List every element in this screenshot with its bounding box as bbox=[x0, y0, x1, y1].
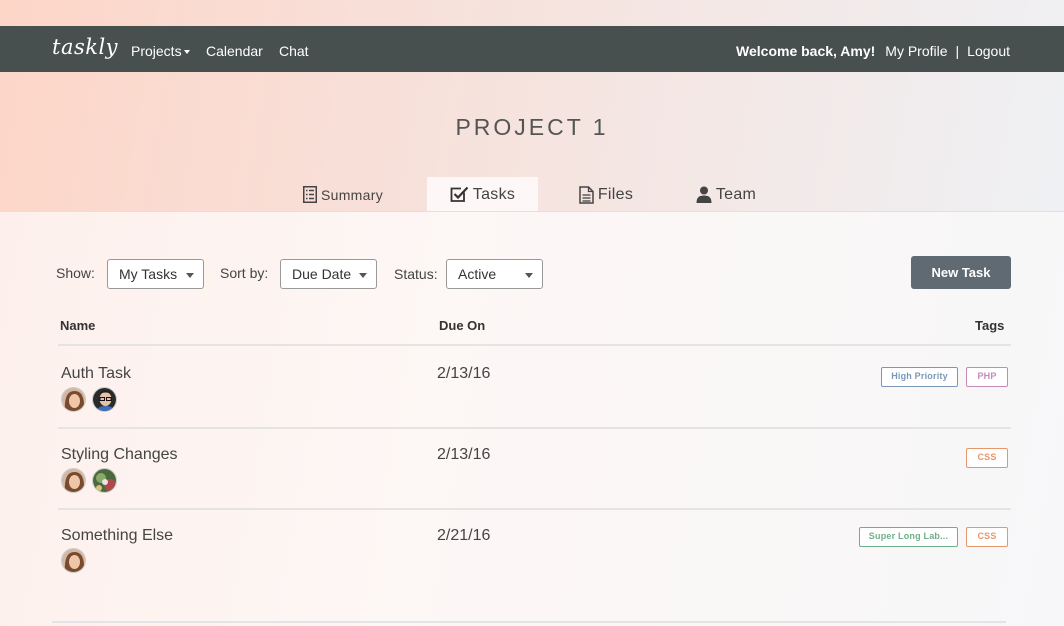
show-value: My Tasks bbox=[119, 266, 178, 282]
header-divider bbox=[58, 344, 1011, 346]
column-header-tags: Tags bbox=[975, 318, 1005, 333]
task-due-date: 2/13/16 bbox=[437, 446, 491, 463]
show-label: Show: bbox=[56, 265, 95, 281]
tag-badge[interactable]: CSS bbox=[966, 448, 1008, 468]
tab-label: Tasks bbox=[472, 185, 516, 203]
task-name[interactable]: Auth Task bbox=[61, 365, 131, 383]
sort-select[interactable]: Due Date bbox=[280, 259, 377, 289]
status-label: Status: bbox=[394, 266, 438, 282]
tab-team[interactable]: Team bbox=[686, 177, 766, 212]
status-select[interactable]: Active bbox=[446, 259, 543, 289]
task-due-date: 2/13/16 bbox=[437, 365, 491, 382]
tag-badge[interactable]: High Priority bbox=[881, 367, 958, 387]
project-tabs: Summary Tasks Files Team bbox=[0, 177, 1064, 212]
welcome-message: Welcome back, Amy! bbox=[736, 43, 876, 59]
show-select[interactable]: My Tasks bbox=[107, 259, 204, 289]
avatar bbox=[61, 468, 86, 493]
nav-calendar[interactable]: Calendar bbox=[206, 43, 263, 59]
sort-value: Due Date bbox=[292, 266, 352, 282]
tasks-panel: Show: My Tasks Sort by: Due Date Status:… bbox=[0, 211, 1064, 626]
task-name[interactable]: Styling Changes bbox=[61, 446, 178, 464]
checkbox-icon bbox=[450, 186, 469, 202]
page-title: PROJECT 1 bbox=[455, 114, 609, 140]
nav-user-area: Welcome back, Amy! My Profile | Logout bbox=[736, 43, 1010, 59]
row-divider bbox=[58, 508, 1011, 510]
avatar bbox=[61, 387, 86, 412]
avatar bbox=[61, 548, 86, 573]
tab-label: Team bbox=[715, 185, 757, 203]
task-due-date: 2/21/16 bbox=[437, 527, 491, 544]
dropdown-arrow-icon bbox=[186, 273, 194, 278]
logo[interactable]: taskly bbox=[52, 35, 118, 59]
caret-down-icon bbox=[183, 50, 190, 55]
task-name[interactable]: Something Else bbox=[61, 527, 173, 545]
tab-label: Summary bbox=[321, 186, 383, 203]
new-task-button[interactable]: New Task bbox=[911, 256, 1011, 289]
avatar bbox=[92, 468, 117, 493]
tab-files[interactable]: Files bbox=[566, 177, 646, 212]
top-nav: taskly Projects Calendar Chat Welcome ba… bbox=[0, 26, 1064, 72]
user-icon bbox=[696, 186, 712, 203]
document-icon bbox=[579, 185, 594, 204]
logout-link[interactable]: Logout bbox=[967, 43, 1010, 59]
tag-badge[interactable]: Super Long Lab... bbox=[859, 527, 958, 547]
dropdown-arrow-icon bbox=[525, 273, 533, 278]
tag-badge[interactable]: PHP bbox=[966, 367, 1008, 387]
nav-separator: | bbox=[955, 43, 960, 59]
column-header-name[interactable]: Name bbox=[60, 318, 95, 333]
nav-projects[interactable]: Projects bbox=[131, 43, 190, 59]
my-profile-link[interactable]: My Profile bbox=[885, 43, 947, 59]
row-divider bbox=[58, 427, 1011, 429]
dropdown-arrow-icon bbox=[359, 273, 367, 278]
tag-badge[interactable]: CSS bbox=[966, 527, 1008, 547]
table-bottom-border bbox=[52, 621, 1006, 623]
column-header-due[interactable]: Due On bbox=[439, 318, 485, 333]
status-value: Active bbox=[458, 266, 497, 282]
tab-tasks[interactable]: Tasks bbox=[427, 177, 538, 212]
list-icon bbox=[303, 186, 317, 203]
tab-summary[interactable]: Summary bbox=[290, 177, 396, 212]
tab-label: Files bbox=[597, 185, 634, 203]
nav-chat[interactable]: Chat bbox=[279, 43, 309, 59]
sort-label: Sort by: bbox=[220, 265, 269, 281]
avatar bbox=[92, 387, 117, 412]
